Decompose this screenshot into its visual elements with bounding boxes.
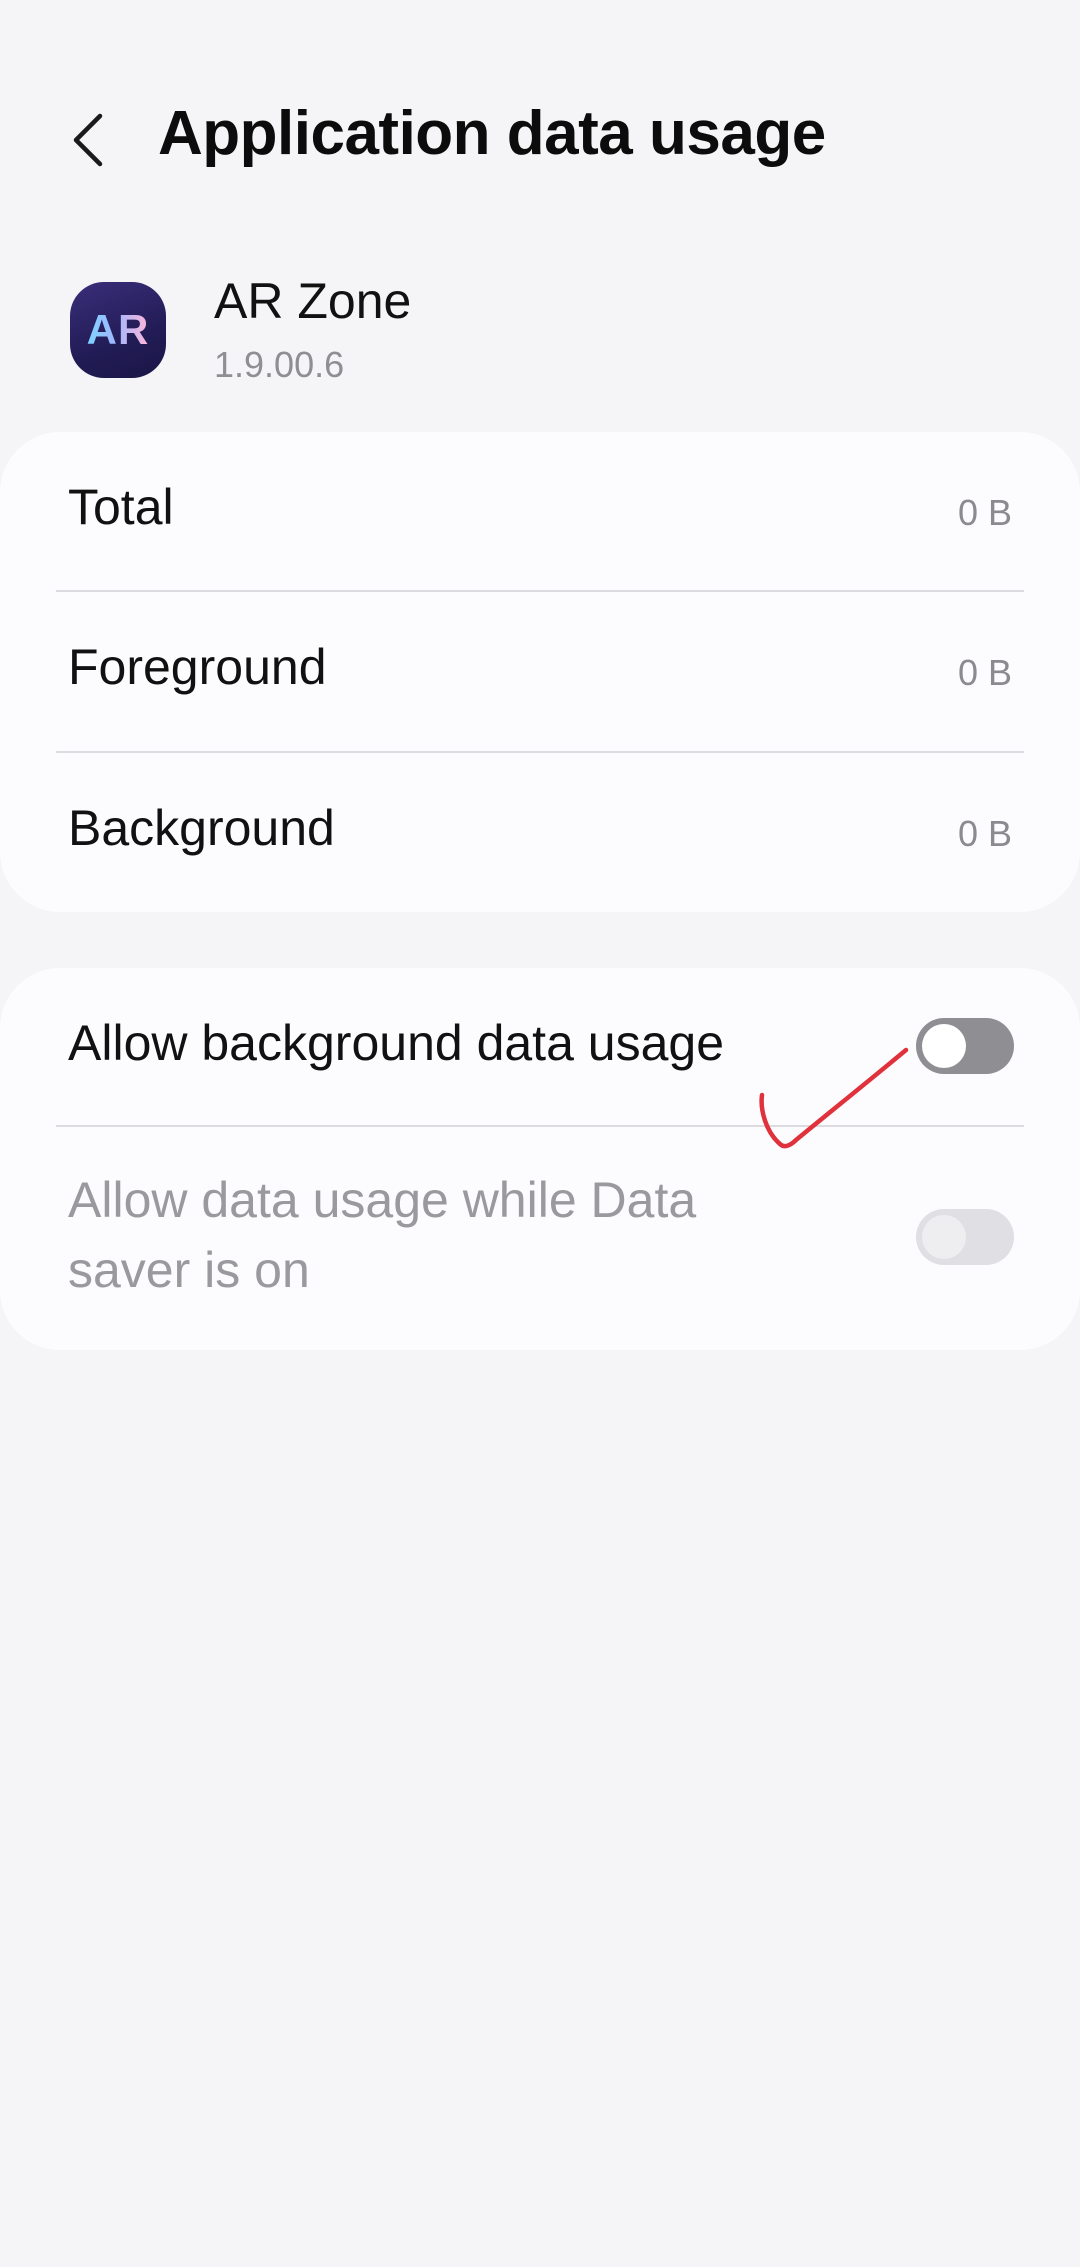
- usage-label-foreground: Foreground: [68, 639, 327, 695]
- chevron-left-icon: [73, 113, 103, 167]
- usage-value-total: 0 B: [957, 492, 1012, 533]
- usage-value-foreground: 0 B: [957, 652, 1012, 693]
- usage-label-background: Background: [68, 800, 335, 856]
- usage-label-total: Total: [68, 479, 174, 535]
- setting-row-background-data[interactable]: Allow background data usage: [0, 968, 1080, 1126]
- data-saver-toggle[interactable]: [916, 1209, 1014, 1265]
- usage-row-total: Total 0 B: [0, 432, 1080, 592]
- background-data-toggle[interactable]: [916, 1018, 1014, 1074]
- app-name: AR Zone: [214, 273, 412, 329]
- app-icon-text: AR: [86, 306, 150, 353]
- background-data-label: Allow background data usage: [68, 1015, 725, 1071]
- setting-row-data-saver[interactable]: Allow data usage while Data saver is on: [0, 1127, 1080, 1350]
- app-icon: AR: [70, 282, 166, 378]
- app-info: AR AR Zone 1.9.00.6: [0, 270, 1080, 400]
- toggle-knob: [922, 1024, 966, 1068]
- usage-value-background: 0 B: [957, 813, 1012, 854]
- data-saver-label-line1: Allow data usage while Data: [68, 1172, 697, 1228]
- data-saver-label-line2: saver is on: [68, 1242, 310, 1298]
- data-settings-card: Allow background data usage Allow data u…: [0, 968, 1080, 1350]
- toggle-knob: [922, 1215, 966, 1259]
- data-saver-label: Allow data usage while Data saver is on: [68, 1165, 696, 1305]
- app-version: 1.9.00.6: [214, 344, 345, 385]
- usage-row-background: Background 0 B: [0, 753, 1080, 912]
- header: Application data usage: [0, 80, 1080, 200]
- usage-row-foreground: Foreground 0 B: [0, 592, 1080, 752]
- page-title: Application data usage: [158, 99, 826, 168]
- back-button[interactable]: [56, 102, 120, 178]
- usage-card: Total 0 B Foreground 0 B Background 0 B: [0, 432, 1080, 912]
